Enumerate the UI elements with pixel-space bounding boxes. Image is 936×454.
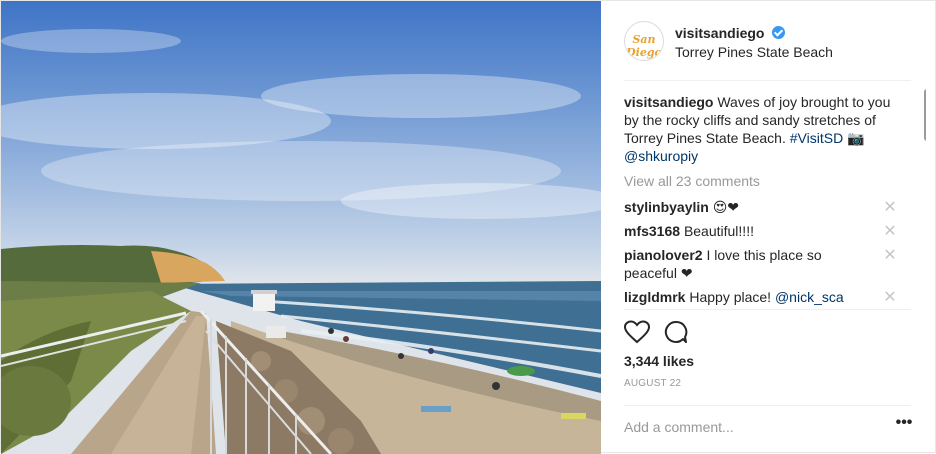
comment-text: 😍❤ [712, 199, 740, 215]
divider [624, 309, 911, 310]
post-side-panel: San Diego visitsandiego Torrey Pines Sta… [602, 1, 936, 454]
view-all-comments-link[interactable]: View all 23 comments [624, 173, 760, 189]
comment-mention[interactable]: @nick_sca [775, 289, 844, 305]
add-comment-input[interactable] [624, 417, 874, 437]
post-caption: visitsandiego Waves of joy brought to yo… [624, 93, 896, 165]
caption-mention[interactable]: @shkuropiy [624, 148, 698, 164]
comment-item: mfs3168 Beautiful!!!! [624, 222, 894, 240]
comment-item: lizgldmrk Happy place! @nick_sca [624, 288, 894, 306]
avatar-logo: San Diego [626, 33, 662, 59]
beach-scene [1, 29, 601, 454]
likes-count[interactable]: 3,344 likes [624, 353, 694, 369]
comment-username[interactable]: mfs3168 [624, 223, 680, 239]
close-icon[interactable]: ✕ [882, 248, 898, 264]
caption-hashtag[interactable]: #VisitSD [790, 130, 843, 146]
close-icon[interactable]: ✕ [882, 224, 898, 240]
comment-icon[interactable] [664, 320, 690, 344]
post-photo[interactable] [1, 1, 601, 454]
divider [624, 405, 911, 406]
comment-username[interactable]: stylinbyaylin [624, 199, 709, 215]
instagram-post: San Diego visitsandiego Torrey Pines Sta… [0, 0, 936, 454]
heart-icon[interactable] [623, 320, 651, 344]
comment-item: stylinbyaylin 😍❤ [624, 198, 894, 216]
comments-list[interactable]: visitsandiego Waves of joy brought to yo… [624, 81, 926, 309]
verified-badge-icon [772, 26, 785, 39]
comment-username[interactable]: pianolover2 [624, 247, 703, 263]
camera-emoji: 📷 [847, 130, 865, 146]
comment-item: pianolover2 I love this place so peacefu… [624, 246, 854, 282]
more-options-icon[interactable]: ••• [894, 415, 914, 435]
post-username[interactable]: visitsandiego [675, 25, 764, 41]
close-icon[interactable]: ✕ [882, 290, 898, 306]
post-date: AUGUST 22 [624, 378, 682, 389]
comment-text: Happy place! [689, 289, 772, 305]
caption-author[interactable]: visitsandiego [624, 94, 713, 110]
post-location[interactable]: Torrey Pines State Beach [675, 44, 833, 60]
comment-text: Beautiful!!!! [683, 223, 754, 239]
comments-scrollbar[interactable] [924, 89, 926, 141]
avatar[interactable]: San Diego [624, 21, 664, 61]
comment-username[interactable]: lizgldmrk [624, 289, 685, 305]
post-header: San Diego visitsandiego Torrey Pines Sta… [602, 1, 936, 81]
close-icon[interactable]: ✕ [882, 200, 898, 216]
